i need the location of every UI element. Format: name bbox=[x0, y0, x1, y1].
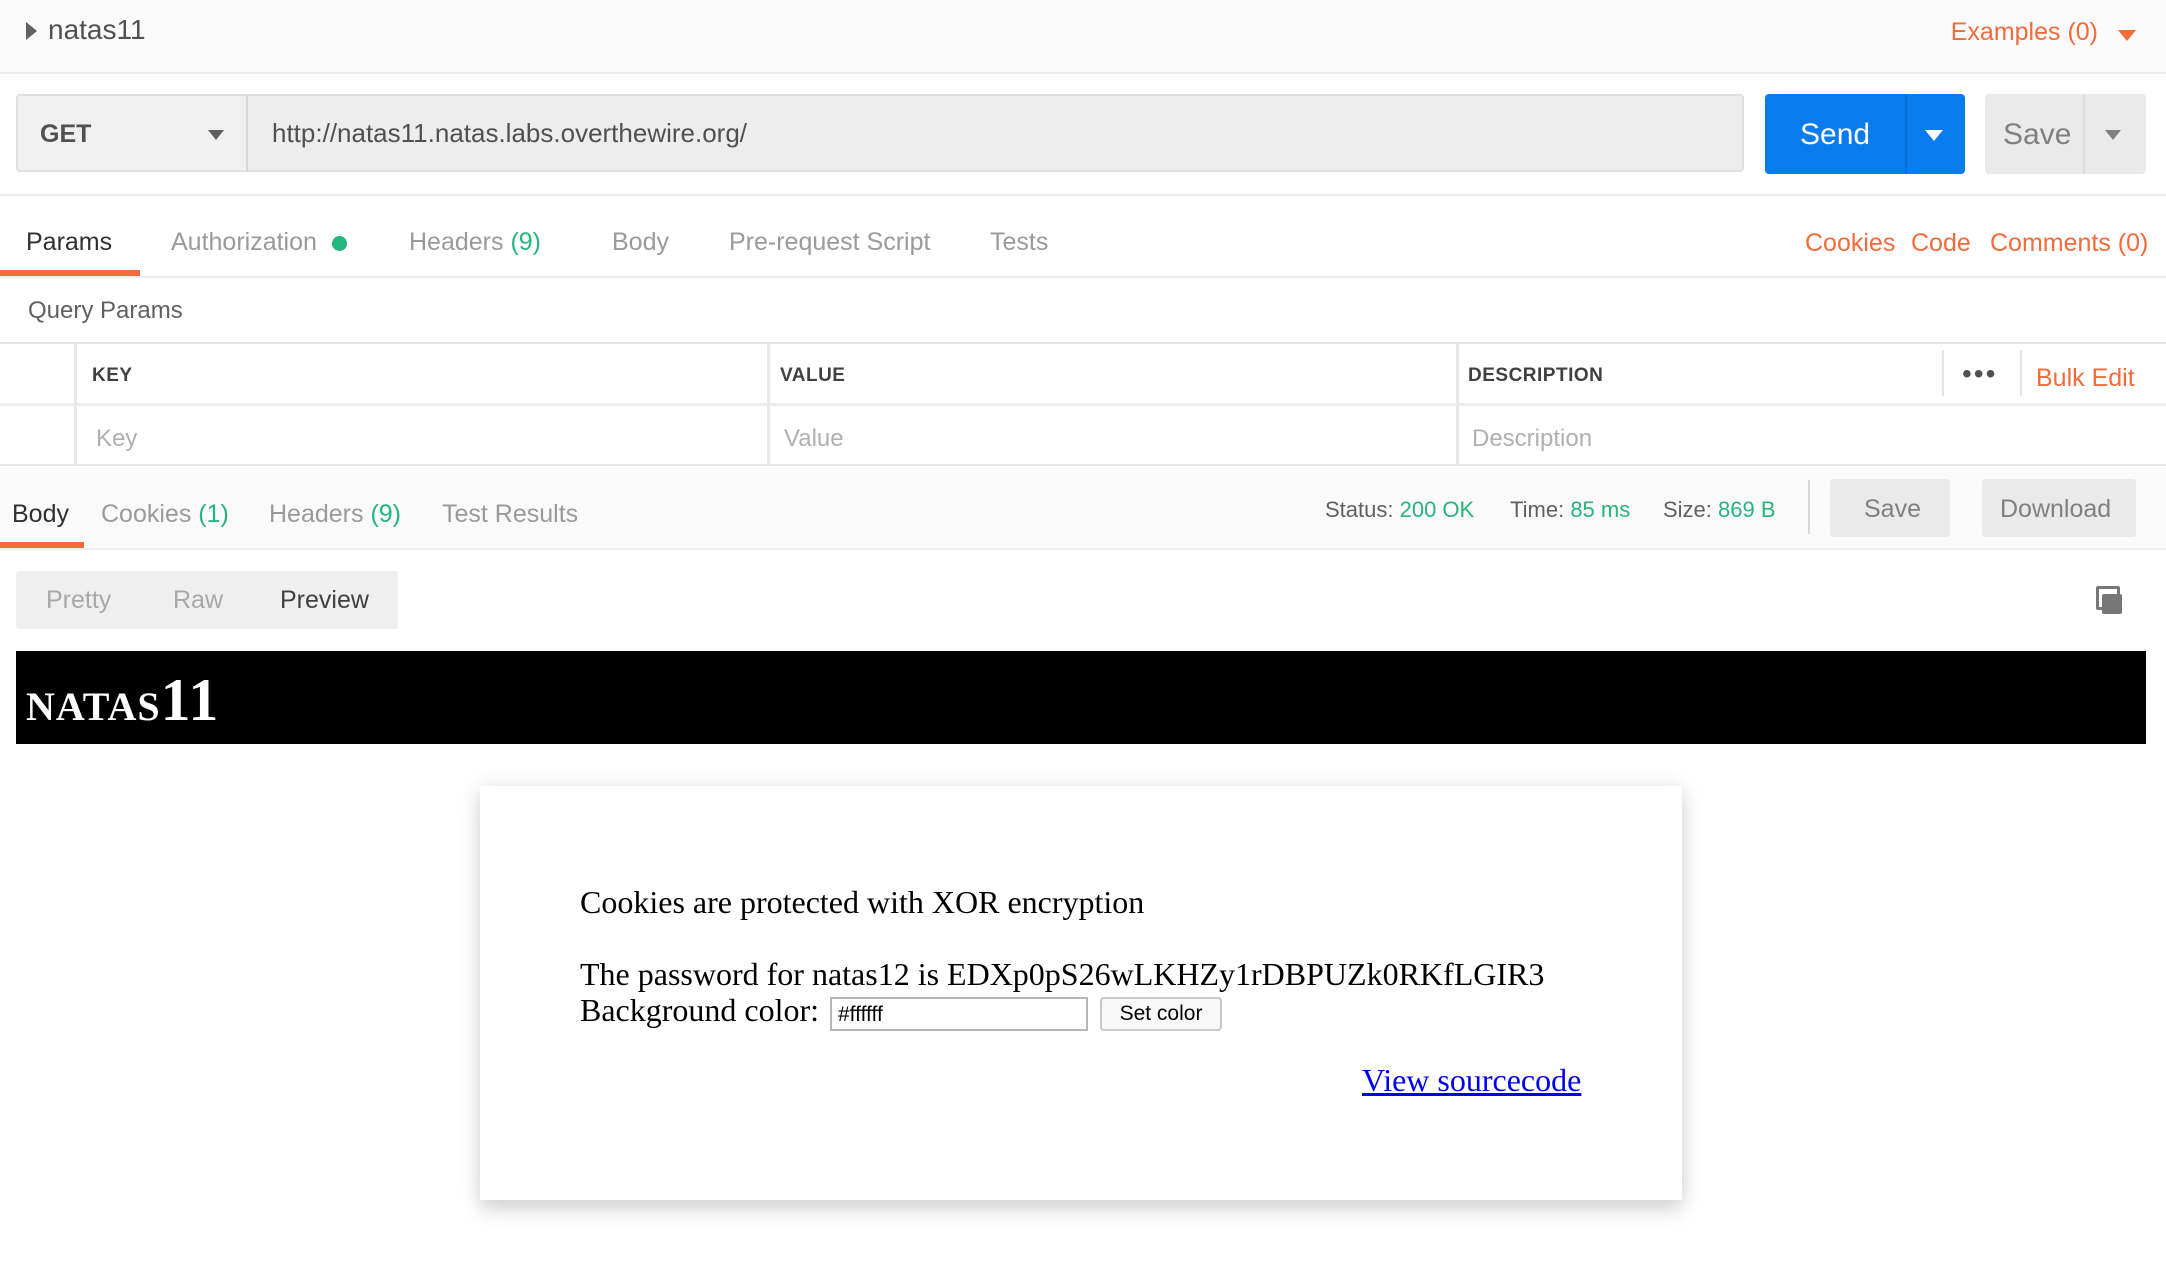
key-input[interactable]: Key bbox=[96, 425, 137, 453]
time-value: 85 ms bbox=[1570, 497, 1631, 522]
password-message: The password for natas12 is EDXp0pS26wLK… bbox=[580, 956, 1545, 992]
url-text[interactable]: http://natas11.natas.labs.overthewire.or… bbox=[272, 118, 747, 149]
background-color-label: Background color: bbox=[580, 992, 820, 1028]
collapse-caret-icon[interactable] bbox=[26, 22, 37, 40]
response-tab-headers[interactable]: Headers (9) bbox=[269, 500, 401, 529]
size-label: Size: bbox=[1663, 497, 1712, 522]
natas-title: NATAS11 bbox=[26, 666, 219, 735]
divider bbox=[0, 276, 2166, 278]
natas-title-text: NATAS bbox=[26, 684, 161, 729]
divider bbox=[0, 194, 2166, 196]
time-label: Time: bbox=[1510, 497, 1565, 522]
status-readout: Status: 200 OK bbox=[1325, 497, 1474, 523]
request-header bbox=[0, 0, 2166, 74]
send-divider bbox=[1905, 94, 1907, 174]
tab-headers-label: Headers bbox=[409, 228, 504, 256]
download-label[interactable]: Download bbox=[2000, 495, 2111, 524]
save-button-label[interactable]: Save bbox=[2003, 118, 2071, 152]
status-dot-icon bbox=[332, 236, 347, 251]
view-mode-raw[interactable]: Raw bbox=[173, 586, 223, 615]
response-tab-cookies-count: (1) bbox=[198, 500, 229, 528]
set-color-button[interactable]: Set color bbox=[1100, 997, 1222, 1031]
column-header-value: VALUE bbox=[780, 365, 846, 386]
size-readout: Size: 869 B bbox=[1663, 497, 1776, 523]
chevron-down-icon[interactable] bbox=[2118, 30, 2136, 41]
natas-banner bbox=[16, 651, 2146, 744]
response-tab-body[interactable]: Body bbox=[12, 500, 69, 529]
time-readout: Time: 85 ms bbox=[1510, 497, 1630, 523]
xor-message: Cookies are protected with XOR encryptio… bbox=[580, 884, 1145, 920]
response-tab-headers-label: Headers bbox=[269, 500, 364, 528]
size-value: 869 B bbox=[1718, 497, 1776, 522]
view-mode-pretty[interactable]: Pretty bbox=[46, 586, 111, 615]
natas-title-number: 11 bbox=[160, 667, 220, 733]
description-input[interactable]: Description bbox=[1472, 425, 1592, 453]
value-input[interactable]: Value bbox=[784, 425, 844, 453]
view-mode-preview[interactable]: Preview bbox=[280, 586, 369, 615]
response-tab-cookies[interactable]: Cookies (1) bbox=[101, 500, 229, 529]
response-tab-headers-count: (9) bbox=[370, 500, 402, 528]
send-button-label[interactable]: Send bbox=[1800, 118, 1870, 152]
tab-headers[interactable]: Headers (9) bbox=[409, 228, 541, 257]
view-sourcecode-link[interactable]: View sourcecode bbox=[1362, 1062, 1581, 1099]
comments-link[interactable]: Comments (0) bbox=[1990, 229, 2148, 258]
divider bbox=[1808, 480, 1810, 534]
active-tab-indicator bbox=[0, 542, 84, 548]
bulk-edit-link[interactable]: Bulk Edit bbox=[2036, 364, 2135, 393]
status-value: 200 OK bbox=[1399, 497, 1475, 522]
copy-icon-front[interactable] bbox=[2102, 594, 2122, 614]
row-divider bbox=[0, 403, 2166, 406]
save-divider bbox=[2083, 94, 2085, 174]
examples-dropdown[interactable]: Examples (0) bbox=[1951, 18, 2098, 47]
tab-body[interactable]: Body bbox=[612, 228, 669, 257]
background-color-input[interactable]: #ffffff bbox=[830, 997, 1088, 1031]
column-divider bbox=[1942, 350, 1944, 396]
query-params-title: Query Params bbox=[28, 297, 183, 324]
code-link[interactable]: Code bbox=[1911, 229, 1971, 258]
more-icon[interactable]: ••• bbox=[1962, 358, 1997, 390]
tab-headers-count: (9) bbox=[510, 228, 542, 256]
method-caret-icon[interactable] bbox=[208, 130, 224, 140]
tab-prerequest-script[interactable]: Pre-request Script bbox=[729, 228, 930, 257]
column-header-key: KEY bbox=[92, 365, 133, 386]
column-divider bbox=[2020, 350, 2022, 396]
method-label[interactable]: GET bbox=[40, 120, 91, 149]
send-options-caret-icon[interactable] bbox=[1925, 130, 1943, 141]
tab-authorization[interactable]: Authorization bbox=[171, 228, 317, 257]
cookies-link[interactable]: Cookies bbox=[1805, 229, 1895, 258]
save-options-caret-icon[interactable] bbox=[2105, 130, 2121, 140]
response-tab-test-results[interactable]: Test Results bbox=[442, 500, 578, 529]
response-tab-cookies-label: Cookies bbox=[101, 500, 192, 528]
request-name[interactable]: natas11 bbox=[48, 14, 146, 46]
status-label: Status: bbox=[1325, 497, 1394, 522]
tab-params[interactable]: Params bbox=[26, 228, 112, 257]
save-response-label[interactable]: Save bbox=[1864, 495, 1921, 524]
column-header-description: DESCRIPTION bbox=[1468, 365, 1604, 386]
tab-tests[interactable]: Tests bbox=[990, 228, 1048, 257]
